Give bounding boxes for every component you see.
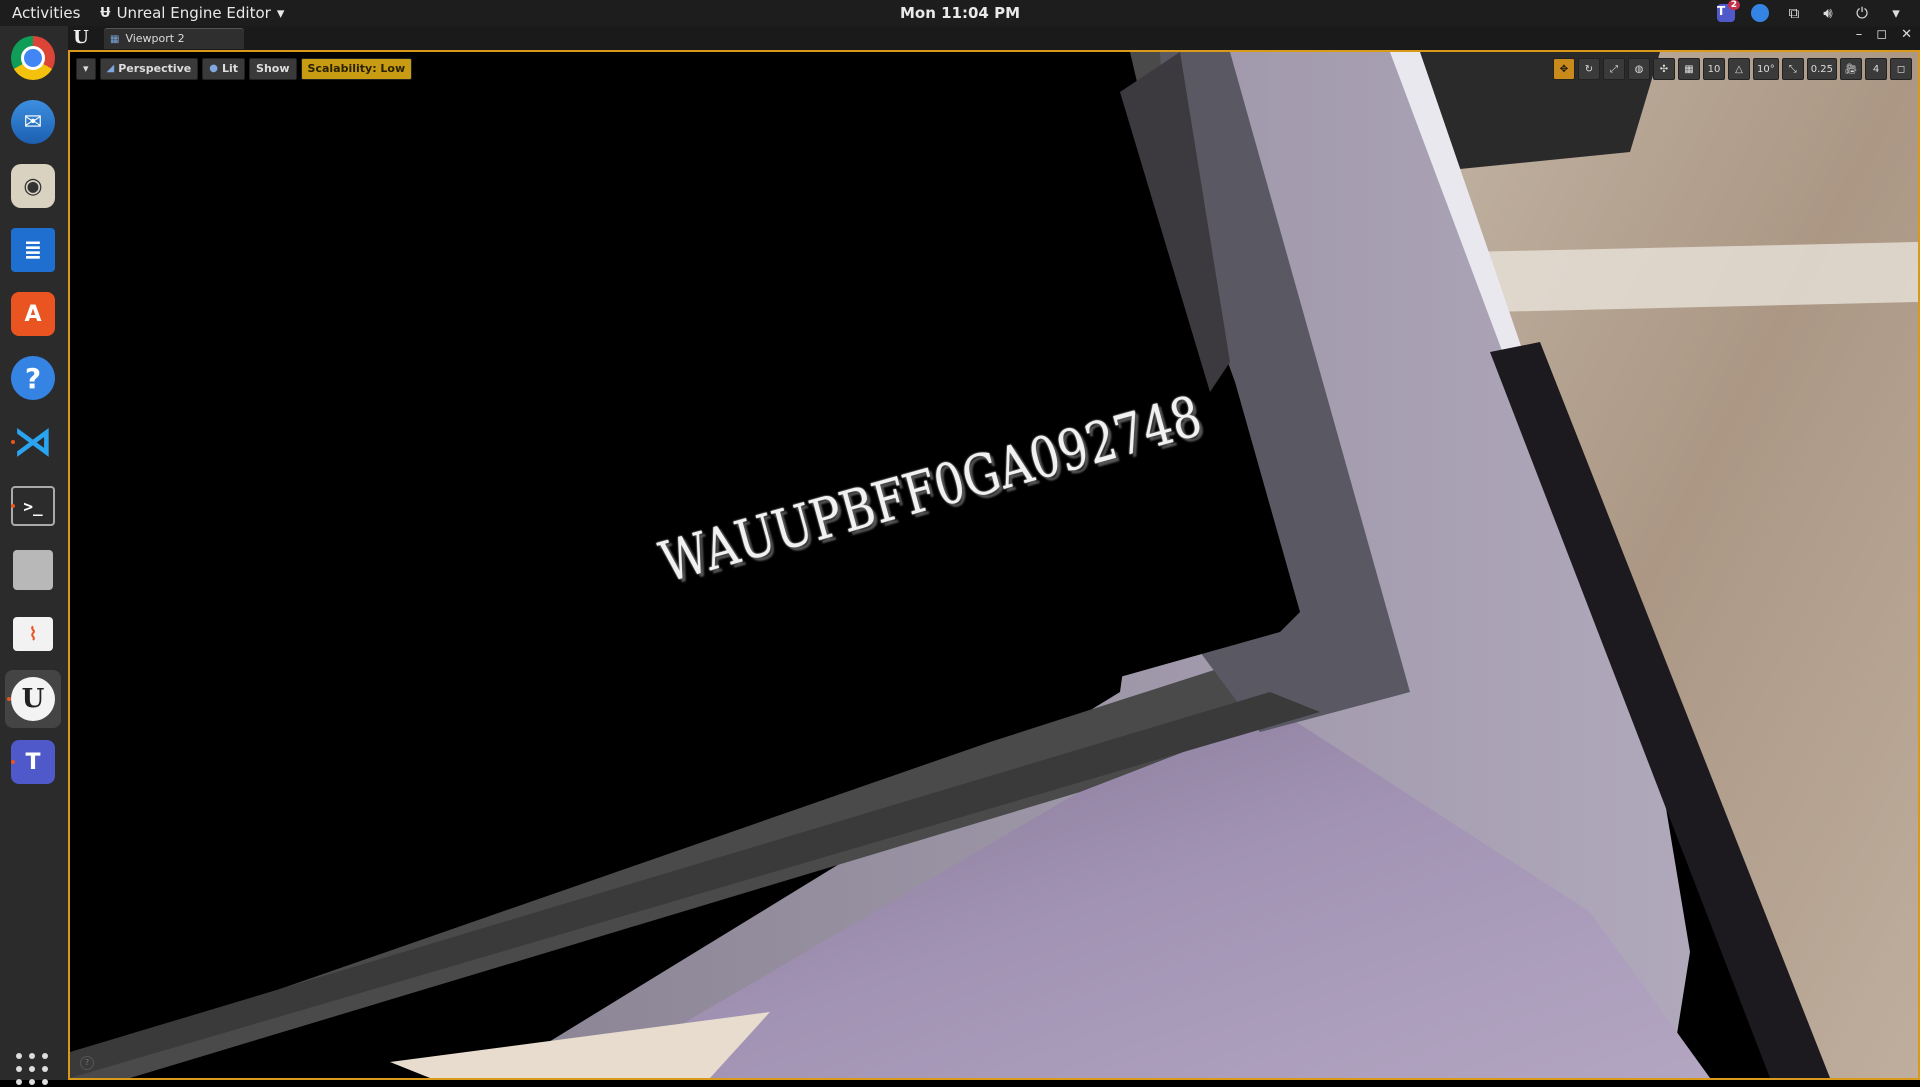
scalability-button[interactable]: Scalability: Low (300, 58, 413, 80)
dock-thunderbird[interactable]: ✉ (9, 98, 57, 146)
scale-snap-value[interactable]: 0.25 (1806, 58, 1837, 80)
scalability-label: Scalability: Low (307, 62, 406, 75)
speaker-icon: ◉ (11, 164, 55, 208)
network-icon[interactable]: ⧉ (1784, 3, 1804, 23)
files-icon (13, 550, 53, 590)
chevron-down-icon: ▾ (83, 62, 89, 75)
lit-sphere-icon: ● (209, 63, 218, 74)
document-icon: ≣ (11, 228, 55, 272)
minimize-button[interactable]: – (1856, 27, 1863, 42)
terminal-icon: >_ (11, 486, 55, 526)
translate-mode-icon[interactable]: ✥ (1553, 58, 1575, 80)
dock-unreal-engine[interactable]: U (5, 670, 61, 728)
restore-button[interactable]: ◻ (1876, 27, 1887, 42)
dock-vscode[interactable]: ⋊ (9, 418, 57, 466)
chrome-icon (11, 36, 55, 80)
volume-icon[interactable]: 🔊︎ (1818, 3, 1838, 23)
rotation-snap-icon[interactable]: △ (1728, 58, 1750, 80)
grid-snap-icon[interactable]: ▦ (1678, 58, 1700, 80)
monitor-icon: ⌇ (13, 617, 53, 651)
teams-icon: T (11, 740, 55, 784)
dock-rhythmbox[interactable]: ◉ (9, 162, 57, 210)
tab-viewport-2[interactable]: ▦ Viewport 2 (104, 28, 244, 49)
teams-badge: 2 (1727, 0, 1740, 10)
view-mode-button[interactable]: ● Lit (202, 58, 246, 80)
app-menu[interactable]: Ʉ Unreal Engine Editor ▾ (100, 4, 284, 22)
chevron-down-icon: ▾ (276, 4, 285, 22)
dock: ✉ ◉ ≣ A ? ⋊ >_ ⌇ U T (0, 26, 69, 1086)
dock-software[interactable]: A (9, 290, 57, 338)
u-logo-icon: Ʉ (100, 5, 111, 21)
help-icon: ? (11, 356, 55, 400)
show-apps-grid-icon[interactable] (14, 1051, 50, 1087)
running-indicator (7, 697, 11, 701)
top-bar: Activities Ʉ Unreal Engine Editor ▾ Mon … (0, 0, 1920, 26)
perspective-label: Perspective (118, 62, 192, 75)
dock-help[interactable]: ? (9, 354, 57, 402)
camera-speed-value[interactable]: 4 (1865, 58, 1887, 80)
ue-title-bar: U ▦ Viewport 2 – ◻ ✕ (68, 26, 1920, 51)
show-label: Show (256, 62, 290, 75)
running-indicator (11, 760, 15, 764)
globe-icon[interactable] (1750, 3, 1770, 23)
perspective-button[interactable]: ◢ Perspective (99, 58, 199, 80)
running-indicator (11, 504, 15, 508)
power-icon[interactable]: ⏻ (1852, 3, 1872, 23)
dock-writer[interactable]: ≣ (9, 226, 57, 274)
viewport-info-icon[interactable]: ? (80, 1056, 94, 1070)
surface-snap-icon[interactable]: ✣ (1653, 58, 1675, 80)
system-tray[interactable]: T2 ⧉ 🔊︎ ⏻ ▾ (1716, 0, 1906, 24)
rotation-snap-value[interactable]: 10° (1753, 58, 1779, 80)
unreal-editor-window: U ▦ Viewport 2 – ◻ ✕ WAUUPBFF0GA092748 ▾… (68, 26, 1920, 1080)
viewport-icon: ▦ (110, 34, 120, 45)
level-viewport[interactable]: WAUUPBFF0GA092748 ▾ ◢ Perspective ● Lit Sh… (68, 50, 1920, 1080)
rotate-mode-icon[interactable]: ↻ (1578, 58, 1600, 80)
activities-button[interactable]: Activities (12, 4, 80, 22)
show-button[interactable]: Show (249, 58, 297, 80)
dock-terminal[interactable]: >_ (9, 482, 57, 530)
dock-chrome[interactable] (9, 34, 57, 82)
u-logo-icon[interactable]: U (70, 27, 92, 49)
viewport-toolbar-right: ✥ ↻ ⤢ ◍ ✣ ▦ 10 △ 10° ⤡ 0.25 🎥︎ 4 ◻ (1553, 58, 1912, 80)
running-indicator (11, 440, 15, 444)
viewport-options-button[interactable]: ▾ (76, 58, 96, 80)
grid-snap-value[interactable]: 10 (1703, 58, 1725, 80)
store-icon: A (11, 292, 55, 336)
viewport-scene (70, 52, 1918, 1078)
scale-mode-icon[interactable]: ⤢ (1603, 58, 1625, 80)
unreal-engine-icon: U (11, 677, 55, 721)
dock-teams[interactable]: T (9, 738, 57, 786)
tab-label: Viewport 2 (125, 32, 185, 45)
scale-snap-icon[interactable]: ⤡ (1781, 58, 1804, 80)
road-stripe (1465, 242, 1918, 312)
dock-files[interactable] (9, 546, 57, 594)
clock[interactable]: Mon 11:04 PM (900, 4, 1020, 22)
close-button[interactable]: ✕ (1901, 27, 1912, 42)
chevron-down-icon[interactable]: ▾ (1886, 3, 1906, 23)
maximize-viewport-icon[interactable]: ◻ (1890, 58, 1912, 80)
camera-speed-icon[interactable]: 🎥︎ (1840, 58, 1862, 80)
app-menu-label: Unreal Engine Editor (116, 4, 271, 22)
camera-icon: ◢ (106, 63, 115, 74)
lit-label: Lit (221, 62, 239, 75)
world-local-icon[interactable]: ◍ (1628, 58, 1650, 80)
mail-icon: ✉ (11, 100, 55, 144)
dock-system-monitor[interactable]: ⌇ (9, 610, 57, 658)
teams-tray-icon[interactable]: T2 (1716, 0, 1740, 23)
viewport-toolbar-left: ▾ ◢ Perspective ● Lit Show Scalability: Lo… (76, 58, 413, 80)
vscode-icon: ⋊ (13, 419, 53, 465)
